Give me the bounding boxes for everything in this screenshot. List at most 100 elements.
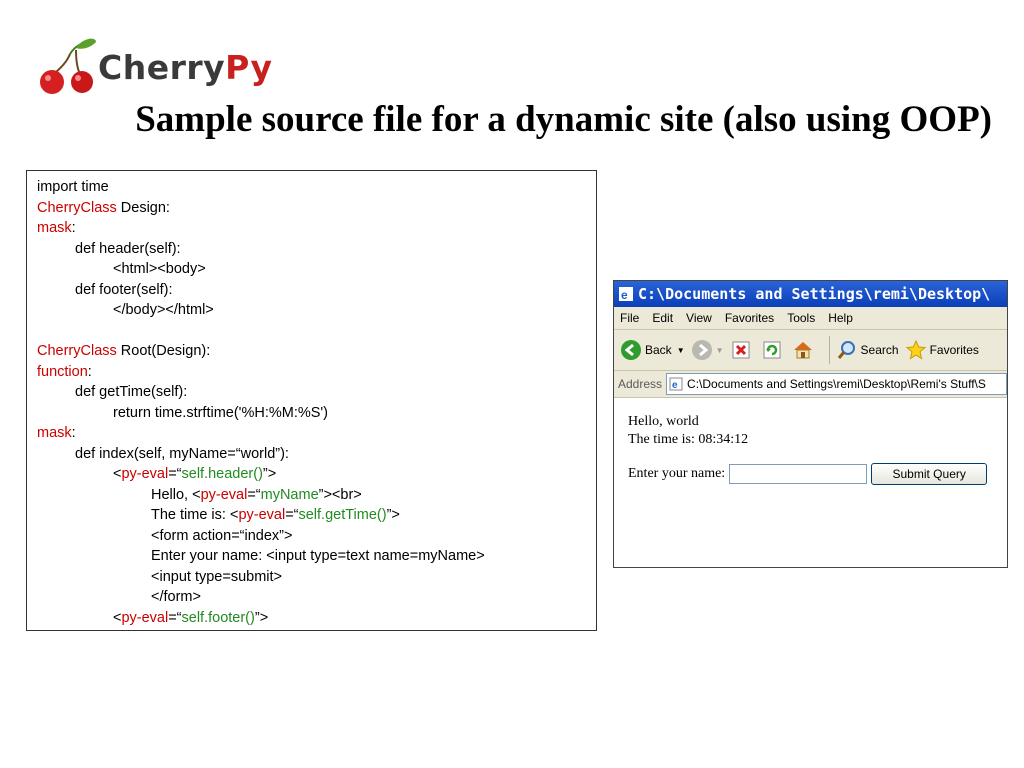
logo-py-text: Py bbox=[225, 48, 273, 87]
code-text: =“ bbox=[168, 466, 182, 482]
browser-window: e C:\Documents and Settings\remi\Desktop… bbox=[613, 280, 1008, 568]
code-line: CherryClass Design: bbox=[37, 198, 586, 219]
internet-explorer-icon: e bbox=[619, 287, 633, 302]
name-label: Enter your name: bbox=[628, 466, 726, 481]
favorites-label: Favorites bbox=[929, 343, 979, 357]
code-line: <input type=submit> bbox=[151, 568, 282, 585]
logo-cherry-text: Cherry bbox=[98, 48, 226, 87]
code-line: </form> bbox=[151, 589, 201, 605]
search-button[interactable]: Search bbox=[836, 339, 899, 361]
home-icon bbox=[793, 342, 812, 359]
code-keyword: py-eval bbox=[121, 466, 169, 482]
code-line: mask: bbox=[37, 218, 586, 239]
forward-arrow-icon bbox=[691, 340, 712, 360]
code-keyword: py-eval bbox=[200, 486, 248, 503]
forward-button[interactable]: ▼ bbox=[691, 339, 724, 361]
browser-titlebar: e C:\Documents and Settings\remi\Desktop… bbox=[614, 281, 1007, 307]
code-line: import time bbox=[37, 179, 109, 195]
code-line: mask: bbox=[37, 423, 586, 444]
name-form: Enter your name: Submit Query bbox=[628, 463, 993, 485]
hello-text: Hello, world bbox=[628, 414, 699, 429]
code-text: : bbox=[71, 220, 76, 236]
page-content: Hello, world The time is: 08:34:12 Enter… bbox=[614, 398, 1007, 500]
address-field[interactable]: e C:\Documents and Settings\remi\Desktop… bbox=[666, 373, 1007, 395]
code-text: ”> bbox=[262, 466, 277, 482]
code-text: : bbox=[71, 425, 76, 441]
code-line: def footer(self): bbox=[75, 281, 173, 298]
code-keyword: py-eval bbox=[238, 507, 286, 523]
source-code-box: import time CherryClass Design: mask: de… bbox=[26, 170, 597, 631]
back-arrow-icon bbox=[621, 340, 641, 360]
code-string: self.header() bbox=[181, 466, 263, 482]
back-label: Back bbox=[645, 343, 672, 357]
menu-favorites[interactable]: Favorites bbox=[725, 307, 774, 329]
code-line: def index(self, myName=“world”): bbox=[75, 445, 289, 462]
code-text: The time is: < bbox=[151, 507, 239, 523]
toolbar-separator bbox=[828, 336, 830, 364]
code-text: ”> bbox=[254, 609, 269, 626]
menu-bar: File Edit View Favorites Tools Help bbox=[614, 307, 1007, 330]
code-text: =“ bbox=[247, 486, 261, 503]
code-line: Enter your name: <input type=text name=m… bbox=[151, 548, 485, 564]
menu-file[interactable]: File bbox=[620, 307, 639, 329]
ie-page-icon: e bbox=[669, 377, 683, 391]
logo-wordmark: CherryPy bbox=[98, 48, 272, 87]
code-line: <html><body> bbox=[113, 261, 206, 277]
svg-text:e: e bbox=[621, 288, 628, 302]
home-button[interactable] bbox=[792, 339, 817, 361]
refresh-button[interactable] bbox=[761, 339, 786, 361]
toolbar: Back ▼ ▼ Search Favorites bbox=[614, 330, 1007, 371]
address-label: Address bbox=[618, 377, 663, 391]
code-keyword: mask bbox=[37, 220, 72, 236]
code-keyword: function bbox=[37, 363, 88, 380]
code-line: function: bbox=[37, 362, 586, 383]
forward-dropdown-icon[interactable]: ▼ bbox=[716, 346, 724, 355]
stop-button[interactable] bbox=[730, 339, 755, 361]
name-input[interactable] bbox=[729, 464, 868, 484]
menu-view[interactable]: View bbox=[686, 307, 712, 329]
code-text: ”> bbox=[386, 507, 400, 523]
menu-help[interactable]: Help bbox=[828, 307, 853, 329]
submit-query-button[interactable]: Submit Query bbox=[871, 463, 988, 485]
code-keyword: py-eval bbox=[121, 609, 169, 626]
code-line: def getTime(self): bbox=[75, 384, 188, 400]
code-line: return time.strftime('%H:%M:%S') bbox=[113, 404, 329, 421]
address-value: C:\Documents and Settings\remi\Desktop\R… bbox=[687, 377, 986, 391]
code-text: Root(Design): bbox=[116, 343, 211, 359]
code-line: CherryClass Root(Design): bbox=[37, 341, 586, 362]
code-line: <py-eval=“self.footer()”> bbox=[37, 608, 586, 629]
window-title: C:\Documents and Settings\remi\Desktop\ bbox=[638, 285, 991, 303]
code-text: Design: bbox=[116, 199, 170, 216]
code-line: def header(self): bbox=[75, 240, 181, 257]
favorites-button[interactable]: Favorites bbox=[905, 339, 979, 361]
menu-tools[interactable]: Tools bbox=[787, 307, 815, 329]
code-line: <py-eval=“self.header()”> bbox=[37, 464, 586, 485]
code-line: The time is: <py-eval=“self.getTime()”> bbox=[37, 505, 586, 526]
code-text: =“ bbox=[168, 609, 182, 626]
code-keyword: CherryClass bbox=[37, 199, 117, 216]
code-string: self.footer() bbox=[181, 609, 255, 626]
menu-edit[interactable]: Edit bbox=[652, 307, 673, 329]
back-dropdown-icon[interactable]: ▼ bbox=[677, 346, 685, 355]
code-line: </body></html> bbox=[113, 302, 214, 318]
stop-icon bbox=[732, 341, 750, 359]
refresh-icon bbox=[763, 341, 781, 359]
back-button[interactable]: Back ▼ bbox=[620, 339, 685, 361]
address-bar: Address e C:\Documents and Settings\remi… bbox=[614, 371, 1007, 398]
code-text: =“ bbox=[285, 507, 299, 523]
code-string: self.getTime() bbox=[298, 507, 387, 523]
code-text: ”><br> bbox=[318, 486, 362, 503]
code-line: <form action=“index”> bbox=[151, 527, 293, 544]
cherrypy-logo: CherryPy bbox=[36, 36, 276, 96]
slide-title: Sample source file for a dynamic site (a… bbox=[135, 99, 992, 140]
cherry-icon bbox=[40, 38, 96, 94]
code-line: Hello, <py-eval=“myName”><br> bbox=[37, 485, 586, 506]
code-text: Hello, < bbox=[151, 486, 201, 503]
star-icon bbox=[905, 339, 926, 360]
search-label: Search bbox=[860, 343, 899, 357]
time-text: The time is: 08:34:12 bbox=[628, 432, 749, 447]
search-icon bbox=[837, 341, 855, 359]
svg-text:e: e bbox=[672, 380, 678, 391]
code-keyword: CherryClass bbox=[37, 343, 117, 359]
